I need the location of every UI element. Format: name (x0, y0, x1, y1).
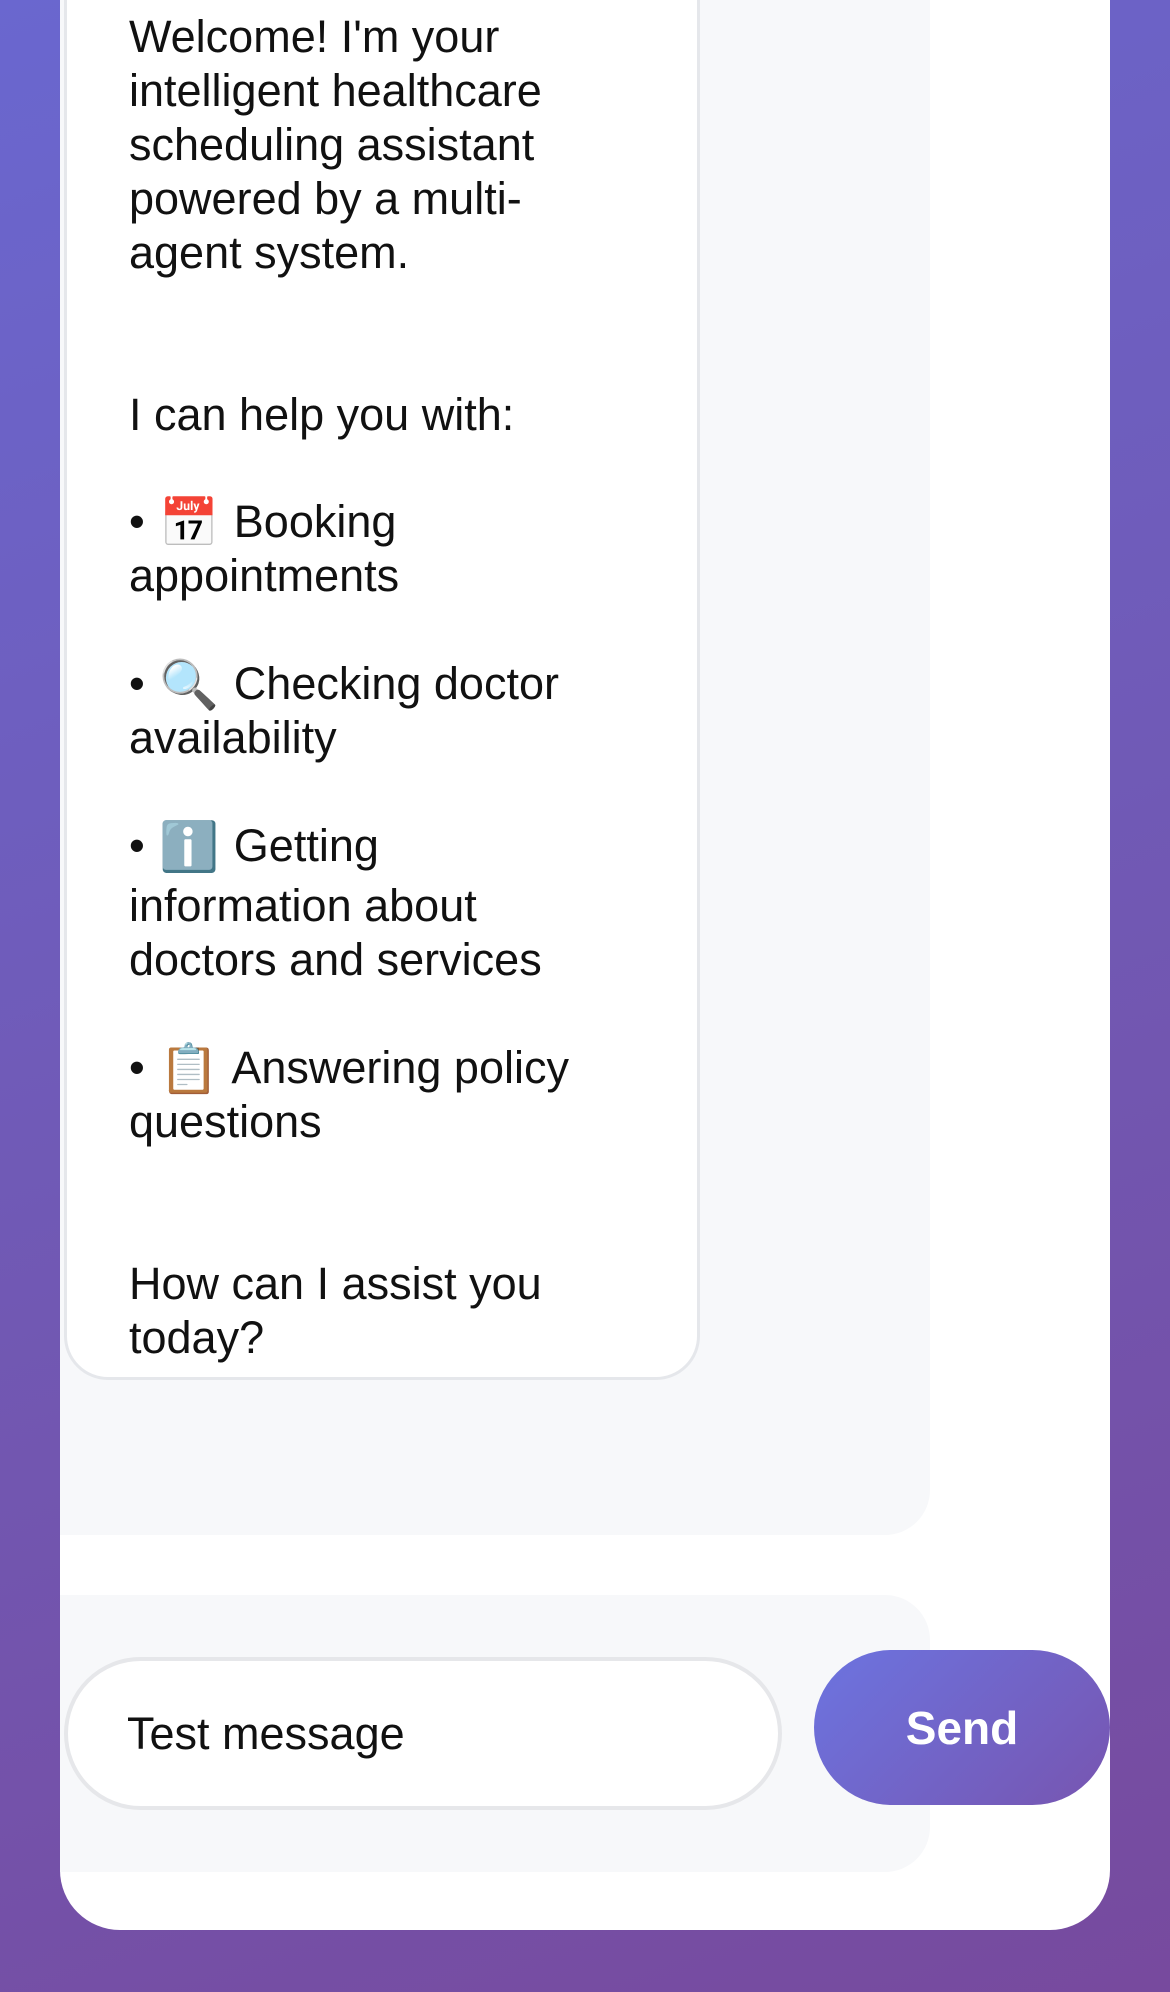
closing-line: How can I assist you (129, 1258, 542, 1309)
message-input[interactable] (64, 1657, 782, 1810)
bullet: • (129, 658, 145, 709)
calendar-icon: 📅 (159, 495, 220, 551)
help-item-text: Booking (233, 496, 397, 547)
send-button[interactable]: Send (814, 1650, 1110, 1805)
info-icon: ℹ️ (159, 819, 220, 875)
intro-line: intelligent healthcare (129, 65, 542, 116)
chat-window: Welcome! I'm your intelligent healthcare… (60, 0, 1110, 1930)
magnifier-icon: 🔍 (159, 657, 220, 713)
bullet: • (129, 496, 145, 547)
help-item-text: Getting (233, 820, 379, 871)
help-heading: I can help you with: (129, 389, 515, 440)
intro-line: powered by a multi- (129, 173, 522, 224)
intro-line: agent system. (129, 227, 410, 278)
help-item-text: appointments (129, 550, 400, 601)
intro-line: Welcome! I'm your (129, 11, 500, 62)
help-item-text: information about (129, 880, 477, 931)
bullet: • (129, 1042, 145, 1093)
closing-line: today? (129, 1312, 265, 1363)
messages-area: Welcome! I'm your intelligent healthcare… (60, 0, 930, 1535)
assistant-message-bubble: Welcome! I'm your intelligent healthcare… (64, 0, 700, 1380)
bullet: • (129, 820, 145, 871)
help-item-text: Answering policy (231, 1042, 569, 1093)
intro-line: scheduling assistant (129, 119, 535, 170)
help-item-booking: • 📅 Booking (129, 495, 396, 550)
help-item-text: Checking doctor (233, 658, 559, 709)
help-item-policy: • 📋 Answering policy (129, 1041, 569, 1096)
help-item-text: doctors and services (129, 934, 542, 985)
clipboard-icon: 📋 (159, 1041, 220, 1097)
help-item-information: • ℹ️ Getting (129, 819, 379, 874)
help-item-text: questions (129, 1096, 322, 1147)
help-item-text: availability (129, 712, 337, 763)
help-item-availability: • 🔍 Checking doctor (129, 657, 559, 712)
